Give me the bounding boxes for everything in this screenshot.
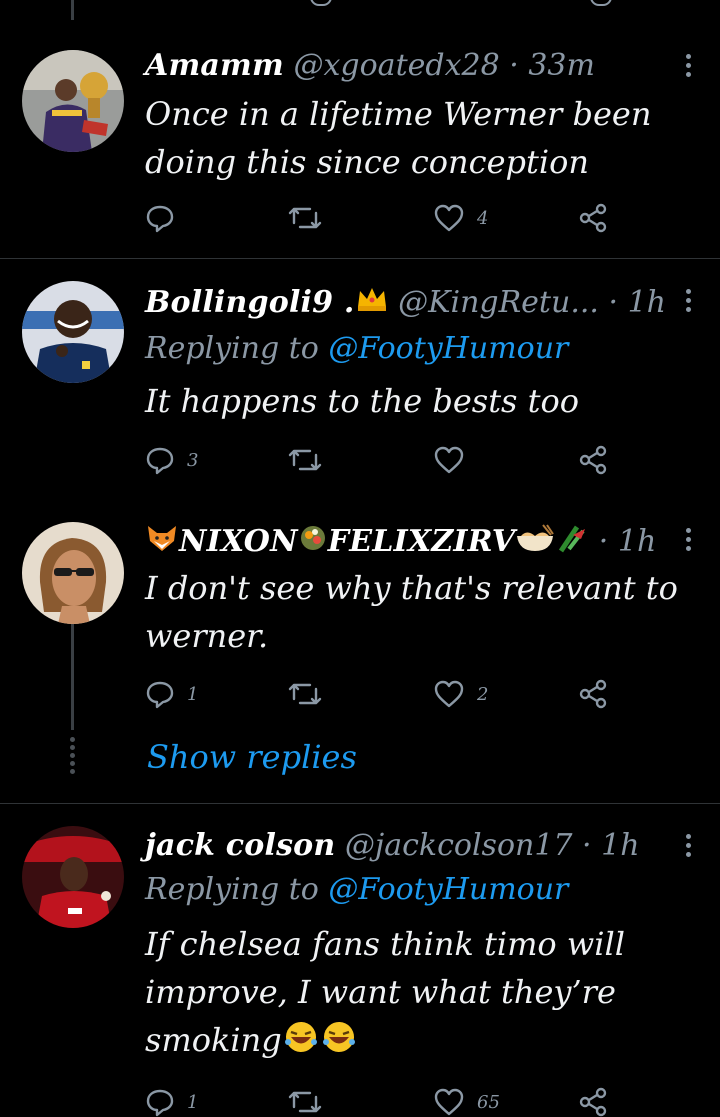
timestamp[interactable]: 1h bbox=[628, 285, 666, 320]
tweet-actions: 1 65 bbox=[145, 1084, 615, 1117]
author-name[interactable]: NIXON bbox=[179, 524, 298, 559]
share-icon bbox=[579, 203, 607, 233]
more-options-icon[interactable] bbox=[684, 54, 692, 80]
heart-icon bbox=[434, 680, 464, 708]
tweet-actions: 3 bbox=[145, 442, 615, 478]
share-button[interactable] bbox=[577, 442, 609, 478]
tweet-text-content: If chelsea fans think timo will improve,… bbox=[145, 925, 625, 1059]
author-handle[interactable]: @KingRetu... bbox=[398, 285, 599, 320]
crown-emoji-icon bbox=[355, 284, 389, 324]
reply-icon bbox=[146, 447, 174, 475]
laughing-emoji-icon bbox=[320, 1019, 358, 1067]
like-button[interactable] bbox=[433, 442, 477, 478]
ramen-emoji-icon bbox=[515, 523, 555, 564]
reply-count: 1 bbox=[187, 683, 199, 705]
reply-count: 1 bbox=[187, 1091, 199, 1113]
like-count: 65 bbox=[477, 1091, 500, 1113]
share-button[interactable] bbox=[577, 200, 609, 236]
united-player-avatar-icon bbox=[22, 826, 124, 928]
separator: · bbox=[598, 524, 609, 559]
more-options-icon[interactable] bbox=[684, 289, 692, 315]
like-button[interactable]: 65 bbox=[433, 1084, 500, 1117]
reply-button[interactable]: 3 bbox=[145, 442, 198, 478]
tweet-actions: 4 bbox=[145, 200, 615, 236]
tweet-text: If chelsea fans think timo will improve,… bbox=[145, 920, 690, 1067]
reply-icon bbox=[146, 1089, 174, 1117]
basketball-player-avatar-icon bbox=[22, 50, 124, 152]
reply-count: 3 bbox=[187, 449, 199, 471]
avatar[interactable] bbox=[22, 281, 124, 383]
author-handle[interactable]: @xgoatedx28 bbox=[294, 48, 500, 83]
tweet-actions: 1 2 bbox=[145, 676, 615, 712]
tweet[interactable]: jack colson @jackcolson17 · 1h Replying … bbox=[0, 804, 720, 1117]
share-button[interactable] bbox=[577, 1084, 609, 1117]
author-handle[interactable]: @jackcolson17 bbox=[345, 828, 573, 863]
replying-to: Replying to @FootyHumour bbox=[145, 331, 568, 366]
tweet[interactable]: Bollingoli9 . @KingRetu... · 1h Replying… bbox=[0, 259, 720, 504]
tweet-text: I don't see why that's relevant to werne… bbox=[145, 569, 678, 655]
replying-prefix: Replying to bbox=[145, 872, 319, 907]
tweet-header: NIXON FELIXZIRV · 1h bbox=[145, 522, 660, 564]
timestamp[interactable]: 33m bbox=[528, 48, 595, 83]
tweet[interactable]: Amamm @xgoatedx28 · 33m Once in a lifeti… bbox=[0, 0, 720, 258]
reply-button[interactable]: 1 bbox=[145, 1084, 198, 1117]
heart-icon bbox=[434, 1088, 464, 1116]
avatar[interactable] bbox=[22, 50, 124, 152]
retweet-icon bbox=[288, 683, 322, 705]
separator: · bbox=[509, 48, 519, 83]
share-icon bbox=[579, 1087, 607, 1117]
show-replies-link[interactable]: Show replies bbox=[147, 738, 357, 776]
retweet-button[interactable] bbox=[288, 1084, 334, 1117]
mention-link[interactable]: @FootyHumour bbox=[328, 872, 568, 907]
reply-button[interactable] bbox=[145, 200, 187, 236]
more-options-icon[interactable] bbox=[684, 834, 692, 860]
retweet-button[interactable] bbox=[288, 200, 334, 236]
bamboo-emoji-icon bbox=[555, 523, 589, 564]
author-name[interactable]: jack colson bbox=[145, 828, 335, 863]
like-count: 2 bbox=[477, 683, 489, 705]
like-count: 4 bbox=[477, 207, 489, 229]
retweet-button[interactable] bbox=[288, 676, 334, 712]
heart-icon bbox=[434, 204, 464, 232]
share-button[interactable] bbox=[577, 676, 609, 712]
tweet-header: Bollingoli9 . @KingRetu... · 1h bbox=[145, 283, 666, 324]
tweet-text: It happens to the bests too bbox=[145, 382, 580, 420]
man-sunglasses-avatar-icon bbox=[22, 522, 124, 624]
replying-prefix: Replying to bbox=[145, 331, 319, 366]
fox-emoji-icon bbox=[145, 523, 179, 564]
like-button[interactable]: 2 bbox=[433, 676, 488, 712]
separator: · bbox=[582, 828, 592, 863]
tweet[interactable]: NIXON FELIXZIRV · 1h I don't see why that… bbox=[0, 504, 720, 800]
reply-button[interactable]: 1 bbox=[145, 676, 198, 712]
retweet-button[interactable] bbox=[288, 442, 334, 478]
separator: · bbox=[608, 285, 619, 320]
reply-icon bbox=[146, 681, 174, 709]
author-name[interactable]: Bollingoli9 . bbox=[145, 285, 355, 320]
share-icon bbox=[579, 445, 607, 475]
like-button[interactable]: 4 bbox=[433, 200, 488, 236]
reply-icon bbox=[146, 205, 174, 233]
heart-icon bbox=[434, 446, 464, 474]
laughing-emoji-icon bbox=[282, 1019, 320, 1067]
tweet-header: Amamm @xgoatedx28 · 33m bbox=[145, 46, 660, 86]
food-emoji-icon bbox=[298, 523, 328, 564]
timestamp[interactable]: 1h bbox=[601, 828, 639, 863]
reply-feed: Amamm @xgoatedx28 · 33m Once in a lifeti… bbox=[0, 0, 720, 1117]
author-name[interactable]: Amamm bbox=[145, 48, 284, 83]
mention-link[interactable]: @FootyHumour bbox=[328, 331, 568, 366]
share-icon bbox=[579, 679, 607, 709]
more-options-icon[interactable] bbox=[684, 528, 692, 554]
tweet-text: Once in a lifetime Werner been doing thi… bbox=[145, 95, 652, 181]
tweet-header: jack colson @jackcolson17 · 1h bbox=[145, 826, 660, 866]
chelsea-player-avatar-icon bbox=[22, 281, 124, 383]
timestamp[interactable]: 1h bbox=[618, 524, 656, 559]
retweet-icon bbox=[288, 449, 322, 471]
avatar[interactable] bbox=[22, 826, 124, 928]
author-name-part2[interactable]: FELIXZIRV bbox=[328, 524, 515, 559]
retweet-icon bbox=[288, 207, 322, 229]
retweet-icon bbox=[288, 1091, 322, 1113]
replying-to: Replying to @FootyHumour bbox=[145, 872, 568, 907]
avatar[interactable] bbox=[22, 522, 124, 624]
